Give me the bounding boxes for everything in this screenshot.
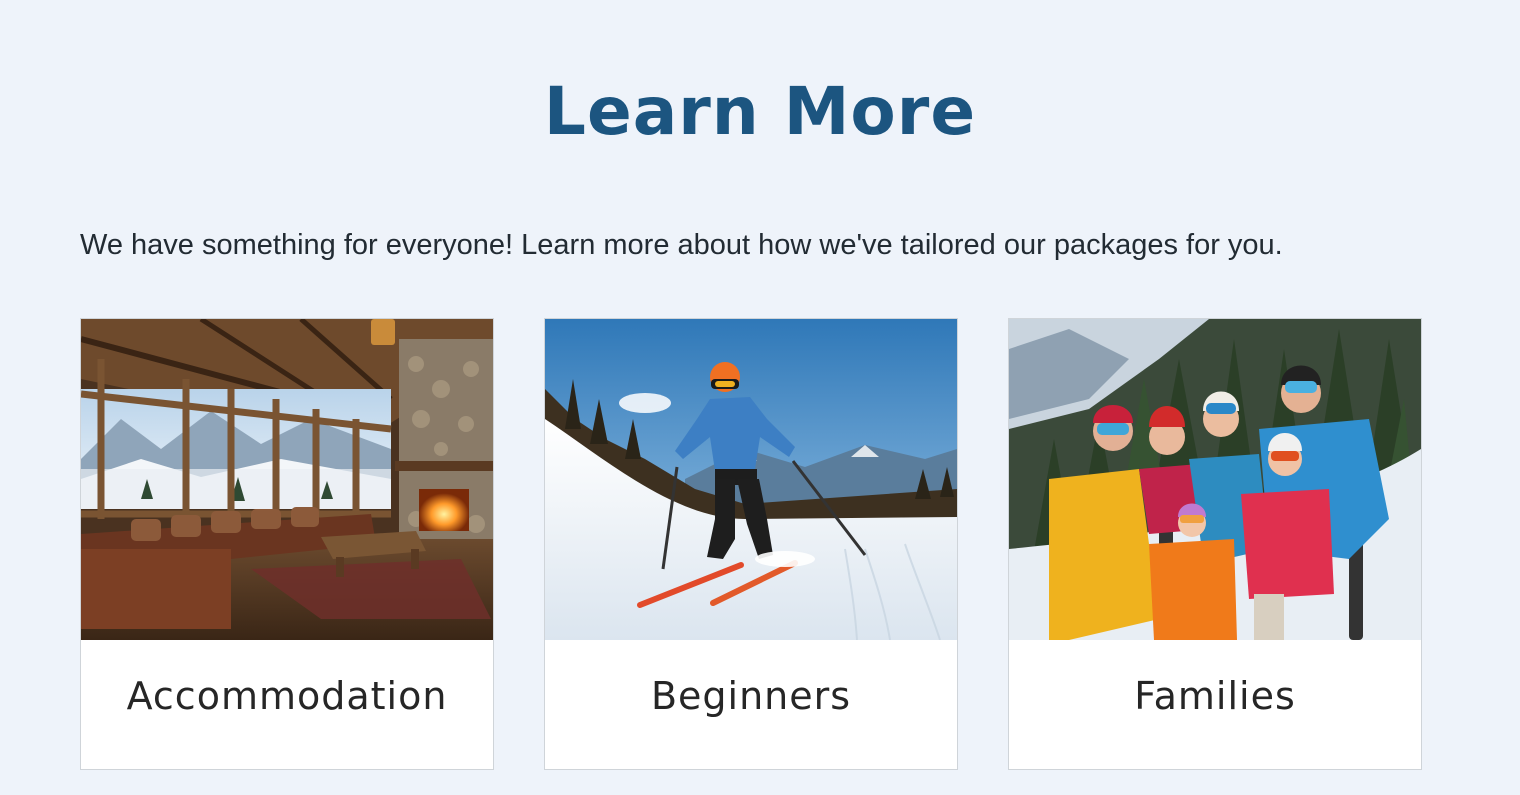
card-label[interactable]: Families [1009, 671, 1421, 721]
family-in-ski-gear-photo[interactable] [1009, 319, 1421, 640]
card-families[interactable]: Families [1008, 318, 1422, 770]
card-label[interactable]: Accommodation [81, 671, 493, 721]
ski-lodge-living-room-photo[interactable] [81, 319, 493, 640]
learn-more-section: Learn More We have something for everyon… [0, 0, 1520, 795]
card-accommodation[interactable]: Accommodation [80, 318, 494, 770]
section-title: Learn More [543, 73, 977, 150]
card-label[interactable]: Beginners [545, 671, 957, 721]
skier-on-slope-photo[interactable] [545, 319, 957, 640]
section-intro: We have something for everyone! Learn mo… [80, 229, 1283, 261]
card-beginners[interactable]: Beginners [544, 318, 958, 770]
